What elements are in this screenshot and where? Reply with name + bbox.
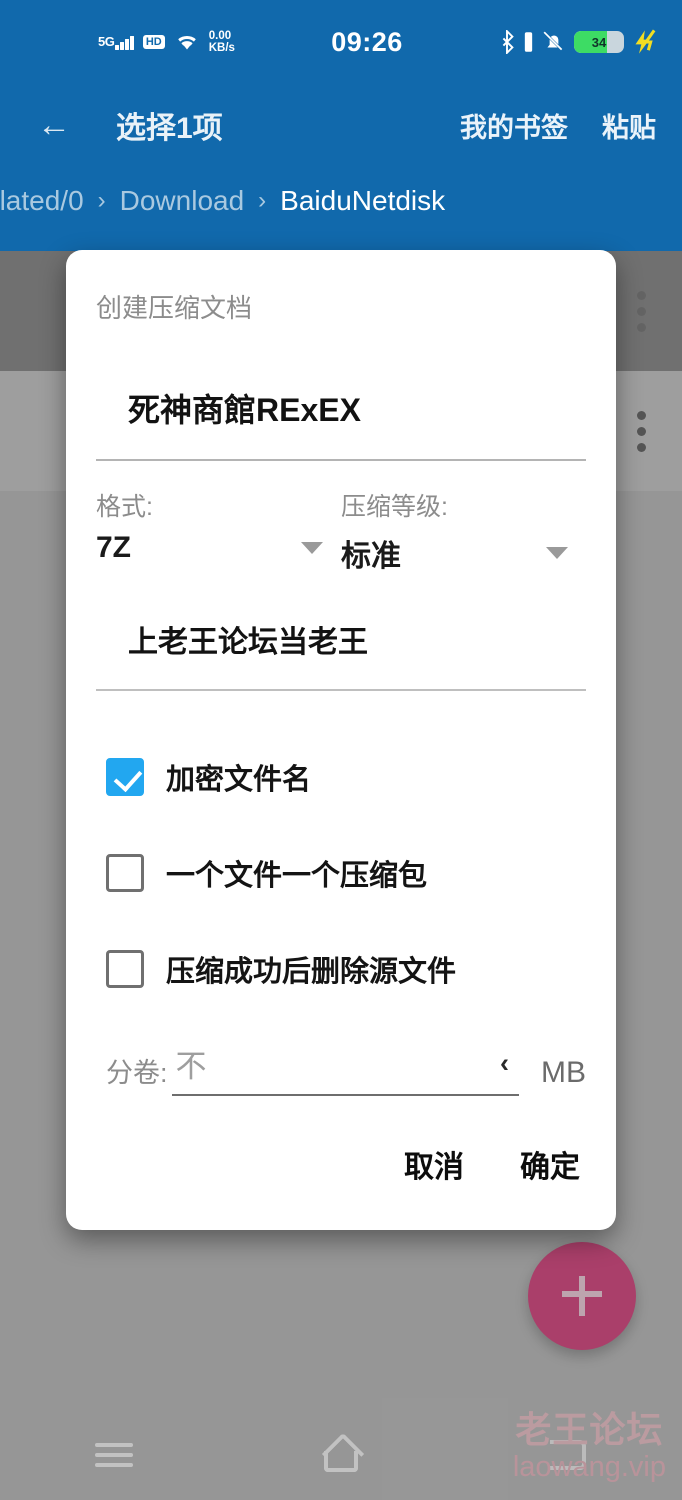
- divider: [96, 689, 586, 691]
- status-bar-clock: 09:26: [331, 26, 403, 57]
- breadcrumb-item-0[interactable]: ulated/0: [0, 185, 84, 217]
- signal-bars-glyph: [115, 35, 134, 50]
- split-volume-input[interactable]: 不 ‹: [171, 1041, 519, 1096]
- status-bar-right: 34: [499, 29, 660, 55]
- checkbox-row-encrypt-filenames[interactable]: 加密文件名: [96, 729, 586, 825]
- format-value: 7Z: [96, 531, 132, 564]
- app-bar-row: ← 选择1项 我的书签 粘贴: [0, 84, 682, 166]
- my-bookmarks-button[interactable]: 我的书签: [460, 106, 568, 145]
- checkbox-label: 压缩成功后删除源文件: [166, 956, 457, 988]
- level-select[interactable]: 标准: [341, 531, 586, 575]
- format-level-row: 格式: 7Z 压缩等级: 标准: [96, 487, 586, 575]
- checkbox-label: 一个文件一个压缩包: [166, 860, 428, 892]
- format-label: 格式:: [96, 493, 153, 521]
- split-volume-unit: MB: [541, 1056, 586, 1089]
- format-select-group: 格式: 7Z: [96, 487, 341, 575]
- network-type-label: 5G: [98, 33, 115, 49]
- split-volume-label: 分卷:: [106, 1058, 168, 1088]
- back-button[interactable]: ←: [26, 108, 82, 142]
- battery-level-label: 34: [591, 34, 607, 50]
- app-bar: ← 选择1项 我的书签 粘贴 ulated/0 › Download › Bai…: [0, 84, 682, 251]
- dialog-actions: 取消 确定: [96, 1142, 586, 1230]
- paste-button[interactable]: 粘贴: [602, 106, 656, 145]
- breadcrumb-item-2[interactable]: BaiduNetdisk: [280, 185, 445, 217]
- breadcrumb-row: ulated/0 › Download › BaiduNetdisk: [0, 166, 682, 236]
- network-speed-value: 0.00: [208, 29, 232, 42]
- battery-indicator: 34: [574, 31, 624, 53]
- breadcrumb-separator: ›: [97, 187, 106, 214]
- vibrate-icon: [524, 32, 533, 52]
- split-volume-row: 分卷: 不 ‹ MB: [96, 1041, 586, 1096]
- divider: [96, 459, 586, 461]
- checkbox-row-one-archive-per-file[interactable]: 一个文件一个压缩包: [96, 825, 586, 921]
- password-input[interactable]: 上老王论坛当老王: [96, 617, 586, 661]
- chevron-down-icon: [301, 542, 323, 554]
- lightning-bolt-icon: [635, 29, 656, 54]
- network-speed-unit: KB/s: [208, 42, 235, 54]
- cancel-button[interactable]: 取消: [404, 1142, 464, 1186]
- confirm-button[interactable]: 确定: [520, 1142, 580, 1186]
- archive-name-input[interactable]: 死神商館RExEX: [96, 385, 586, 431]
- split-volume-placeholder: 不: [175, 1049, 207, 1084]
- checkbox-row-delete-source[interactable]: 压缩成功后删除源文件: [96, 921, 586, 1017]
- network-speed: 0.00 KB/s: [209, 30, 235, 54]
- hd-badge: HD: [142, 34, 165, 50]
- breadcrumb-item-1[interactable]: Download: [120, 185, 245, 217]
- status-bar-center: 09:26: [235, 27, 499, 58]
- wifi-icon: [177, 35, 196, 50]
- status-bar-left: 5G HD 0.00 KB/s: [98, 30, 235, 54]
- checkbox-label: 加密文件名: [166, 764, 312, 796]
- bluetooth-icon: [502, 30, 514, 54]
- checkbox-icon-unchecked[interactable]: [106, 854, 144, 892]
- chevron-left-icon[interactable]: ‹: [500, 1048, 509, 1079]
- breadcrumb: ulated/0 › Download › BaiduNetdisk: [0, 166, 445, 236]
- chevron-down-icon: [546, 547, 568, 559]
- format-select[interactable]: 7Z: [96, 531, 341, 565]
- page-title: 选择1项: [116, 112, 223, 145]
- breadcrumb-separator: ›: [258, 187, 267, 214]
- signal-bars-icon: 5G: [98, 35, 134, 50]
- checkbox-icon-checked[interactable]: [106, 758, 144, 796]
- create-archive-dialog: 创建压缩文档 死神商館RExEX 格式: 7Z 压缩等级: 标准 上老王论坛当老…: [66, 250, 616, 1230]
- checkbox-icon-unchecked[interactable]: [106, 950, 144, 988]
- status-bar: 5G HD 0.00 KB/s 09:26 34: [0, 0, 682, 84]
- dialog-title: 创建压缩文档: [96, 293, 253, 323]
- level-label: 压缩等级:: [341, 493, 448, 521]
- bell-muted-icon: [543, 31, 564, 52]
- level-value: 标准: [341, 540, 401, 573]
- level-select-group: 压缩等级: 标准: [341, 487, 586, 575]
- options-checkbox-group: 加密文件名 一个文件一个压缩包 压缩成功后删除源文件: [96, 729, 586, 1017]
